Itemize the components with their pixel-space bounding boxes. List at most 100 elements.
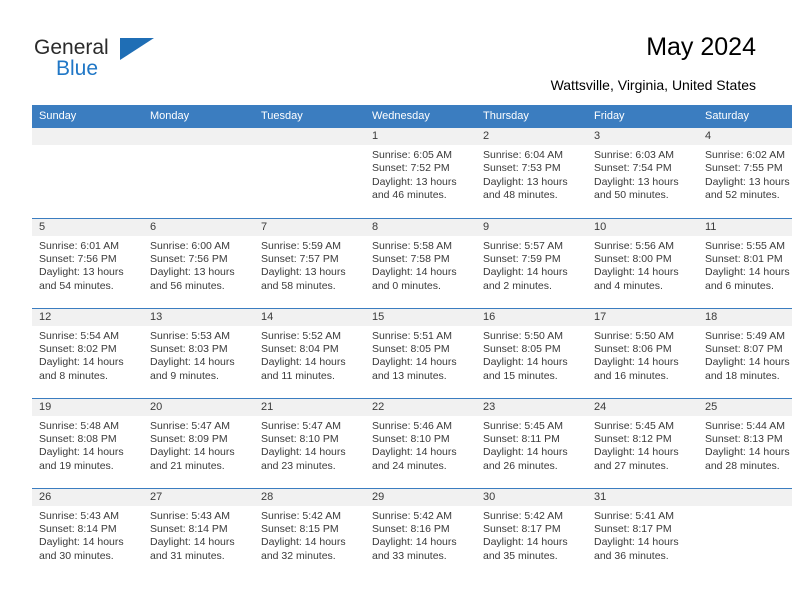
- day-details: Sunrise: 5:54 AM Sunset: 8:02 PM Daylight:…: [32, 326, 143, 384]
- calendar-cell[interactable]: 25 Sunrise: 5:44 AM Sunset: 8:13 PM Dayligh…: [698, 397, 792, 488]
- calendar-cell[interactable]: 10 Sunrise: 5:56 AM Sunset: 8:00 PM Dayligh…: [587, 217, 698, 308]
- sunrise-text: Sunrise: 5:57 AM: [483, 239, 563, 252]
- sunrise-text: Sunrise: 6:00 AM: [150, 239, 230, 252]
- calendar-cell[interactable]: 30 Sunrise: 5:42 AM Sunset: 8:17 PM Dayligh…: [476, 487, 587, 578]
- calendar-cell[interactable]: 24 Sunrise: 5:45 AM Sunset: 8:12 PM Dayligh…: [587, 397, 698, 488]
- daylight-text: and 23 minutes.: [261, 459, 336, 472]
- sunrise-text: Sunrise: 5:44 AM: [705, 419, 785, 432]
- daylight-text: Daylight: 13 hours: [372, 175, 457, 188]
- calendar-cell[interactable]: 17 Sunrise: 5:50 AM Sunset: 8:06 PM Dayligh…: [587, 307, 698, 398]
- calendar-week-row: 12 Sunrise: 5:54 AM Sunset: 8:02 PM Dayligh…: [32, 307, 792, 398]
- sunrise-sunset-calendar: Sunday Monday Tuesday Wednesday Thursday…: [32, 105, 792, 578]
- weekday-header-wednesday: Wednesday: [365, 105, 476, 128]
- calendar-day-empty: [143, 128, 254, 217]
- calendar-cell[interactable]: 7 Sunrise: 5:59 AM Sunset: 7:57 PM Daylight…: [254, 217, 365, 308]
- calendar-cell[interactable]: 4 Sunrise: 6:02 AM Sunset: 7:55 PM Daylight…: [698, 128, 792, 218]
- calendar-cell[interactable]: 27 Sunrise: 5:43 AM Sunset: 8:14 PM Dayligh…: [143, 487, 254, 578]
- day-number: 15: [365, 308, 476, 326]
- calendar-cell[interactable]: 22 Sunrise: 5:46 AM Sunset: 8:10 PM Dayligh…: [365, 397, 476, 488]
- calendar-cell[interactable]: 5 Sunrise: 6:01 AM Sunset: 7:56 PM Daylight…: [32, 217, 143, 308]
- daylight-text: and 15 minutes.: [483, 369, 558, 382]
- day-number: 5: [32, 218, 143, 236]
- day-number: 22: [365, 398, 476, 416]
- calendar-cell[interactable]: 15 Sunrise: 5:51 AM Sunset: 8:05 PM Dayligh…: [365, 307, 476, 398]
- daylight-text: Daylight: 14 hours: [372, 266, 457, 279]
- calendar-cell[interactable]: 2 Sunrise: 6:04 AM Sunset: 7:53 PM Daylight…: [476, 128, 587, 218]
- calendar-cell[interactable]: 31 Sunrise: 5:41 AM Sunset: 8:17 PM Dayligh…: [587, 487, 698, 578]
- calendar-cell[interactable]: 23 Sunrise: 5:45 AM Sunset: 8:11 PM Dayligh…: [476, 397, 587, 488]
- sunrise-text: Sunrise: 5:43 AM: [39, 509, 119, 522]
- day-number: 16: [476, 308, 587, 326]
- weekday-header-sunday: Sunday: [32, 105, 143, 128]
- calendar-cell[interactable]: 12 Sunrise: 5:54 AM Sunset: 8:02 PM Dayligh…: [32, 307, 143, 398]
- day-details: Sunrise: 6:03 AM Sunset: 7:54 PM Daylight:…: [587, 145, 698, 203]
- daylight-text: Daylight: 14 hours: [150, 446, 235, 459]
- calendar-day: 7 Sunrise: 5:59 AM Sunset: 7:57 PM Daylight…: [254, 218, 365, 308]
- calendar-day: 18 Sunrise: 5:49 AM Sunset: 8:07 PM Dayligh…: [698, 308, 792, 398]
- day-details: Sunrise: 5:41 AM Sunset: 8:17 PM Daylight:…: [587, 506, 698, 564]
- daylight-text: Daylight: 14 hours: [594, 536, 679, 549]
- day-details: Sunrise: 5:42 AM Sunset: 8:15 PM Daylight:…: [254, 506, 365, 564]
- calendar-cell[interactable]: 16 Sunrise: 5:50 AM Sunset: 8:05 PM Dayligh…: [476, 307, 587, 398]
- day-number: 6: [143, 218, 254, 236]
- calendar-cell[interactable]: 18 Sunrise: 5:49 AM Sunset: 8:07 PM Dayligh…: [698, 307, 792, 398]
- daylight-text: Daylight: 14 hours: [483, 266, 568, 279]
- day-details: Sunrise: 5:51 AM Sunset: 8:05 PM Daylight:…: [365, 326, 476, 384]
- calendar-cell[interactable]: 29 Sunrise: 5:42 AM Sunset: 8:16 PM Dayligh…: [365, 487, 476, 578]
- calendar-day-empty: [254, 128, 365, 217]
- calendar-day: 8 Sunrise: 5:58 AM Sunset: 7:58 PM Daylight…: [365, 218, 476, 308]
- calendar-day: 27 Sunrise: 5:43 AM Sunset: 8:14 PM Dayligh…: [143, 488, 254, 578]
- day-number: 30: [476, 488, 587, 506]
- calendar-cell[interactable]: 20 Sunrise: 5:47 AM Sunset: 8:09 PM Dayligh…: [143, 397, 254, 488]
- calendar-cell[interactable]: 9 Sunrise: 5:57 AM Sunset: 7:59 PM Daylight…: [476, 217, 587, 308]
- daylight-text: and 11 minutes.: [261, 369, 335, 382]
- sunset-text: Sunset: 8:01 PM: [705, 252, 783, 265]
- sunset-text: Sunset: 8:02 PM: [39, 342, 117, 355]
- daylight-text: Daylight: 14 hours: [483, 356, 568, 369]
- calendar-cell[interactable]: 3 Sunrise: 6:03 AM Sunset: 7:54 PM Daylight…: [587, 128, 698, 218]
- sunrise-text: Sunrise: 6:01 AM: [39, 239, 119, 252]
- calendar-cell[interactable]: 6 Sunrise: 6:00 AM Sunset: 7:56 PM Daylight…: [143, 217, 254, 308]
- calendar-cell[interactable]: 26 Sunrise: 5:43 AM Sunset: 8:14 PM Dayligh…: [32, 487, 143, 578]
- sunrise-text: Sunrise: 5:45 AM: [594, 419, 674, 432]
- daylight-text: Daylight: 14 hours: [372, 536, 457, 549]
- day-number: 23: [476, 398, 587, 416]
- sunrise-text: Sunrise: 5:42 AM: [483, 509, 563, 522]
- sunset-text: Sunset: 7:57 PM: [261, 252, 339, 265]
- daylight-text: Daylight: 13 hours: [705, 175, 790, 188]
- calendar-cell[interactable]: 19 Sunrise: 5:48 AM Sunset: 8:08 PM Dayligh…: [32, 397, 143, 488]
- daylight-text: Daylight: 14 hours: [705, 446, 790, 459]
- calendar-day: 21 Sunrise: 5:47 AM Sunset: 8:10 PM Dayligh…: [254, 398, 365, 488]
- calendar-day: 9 Sunrise: 5:57 AM Sunset: 7:59 PM Daylight…: [476, 218, 587, 308]
- calendar-cell[interactable]: 28 Sunrise: 5:42 AM Sunset: 8:15 PM Dayligh…: [254, 487, 365, 578]
- daylight-text: Daylight: 13 hours: [483, 175, 568, 188]
- calendar-cell[interactable]: 21 Sunrise: 5:47 AM Sunset: 8:10 PM Dayligh…: [254, 397, 365, 488]
- day-details: Sunrise: 5:52 AM Sunset: 8:04 PM Daylight:…: [254, 326, 365, 384]
- day-number: [698, 488, 792, 506]
- calendar-cell[interactable]: 1 Sunrise: 6:05 AM Sunset: 7:52 PM Daylight…: [365, 128, 476, 218]
- calendar-cell[interactable]: 8 Sunrise: 5:58 AM Sunset: 7:58 PM Daylight…: [365, 217, 476, 308]
- daylight-text: and 52 minutes.: [705, 189, 780, 202]
- calendar-cell[interactable]: 11 Sunrise: 5:55 AM Sunset: 8:01 PM Dayligh…: [698, 217, 792, 308]
- day-details: Sunrise: 5:49 AM Sunset: 8:07 PM Daylight:…: [698, 326, 792, 384]
- calendar-day: 12 Sunrise: 5:54 AM Sunset: 8:02 PM Dayligh…: [32, 308, 143, 398]
- sunrise-text: Sunrise: 5:48 AM: [39, 419, 119, 432]
- day-details: Sunrise: 5:50 AM Sunset: 8:06 PM Daylight:…: [587, 326, 698, 384]
- sunrise-text: Sunrise: 5:47 AM: [261, 419, 341, 432]
- calendar-cell[interactable]: 14 Sunrise: 5:52 AM Sunset: 8:04 PM Dayligh…: [254, 307, 365, 398]
- daylight-text: and 35 minutes.: [483, 549, 558, 562]
- sunset-text: Sunset: 8:13 PM: [705, 432, 783, 445]
- daylight-text: and 31 minutes.: [150, 549, 225, 562]
- daylight-text: and 26 minutes.: [483, 459, 558, 472]
- day-number: 4: [698, 128, 792, 145]
- brand-name-blue: Blue: [56, 57, 99, 80]
- calendar-week-row: 5 Sunrise: 6:01 AM Sunset: 7:56 PM Daylight…: [32, 217, 792, 308]
- day-number: 25: [698, 398, 792, 416]
- calendar-day: 6 Sunrise: 6:00 AM Sunset: 7:56 PM Daylight…: [143, 218, 254, 308]
- calendar-cell[interactable]: 13 Sunrise: 5:53 AM Sunset: 8:03 PM Dayligh…: [143, 307, 254, 398]
- daylight-text: and 36 minutes.: [594, 549, 669, 562]
- sunrise-text: Sunrise: 5:52 AM: [261, 329, 341, 342]
- sunrise-text: Sunrise: 6:03 AM: [594, 149, 674, 161]
- day-number: 9: [476, 218, 587, 236]
- sunset-text: Sunset: 8:14 PM: [39, 522, 117, 535]
